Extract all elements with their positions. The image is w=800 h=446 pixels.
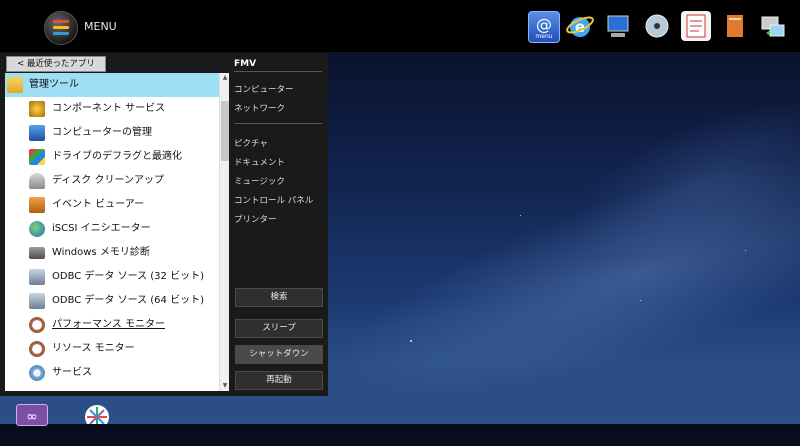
place-documents[interactable]: ドキュメント bbox=[234, 156, 285, 168]
list-item-label: ドライブのデフラグと最適化 bbox=[52, 151, 182, 162]
list-item-label: ディスク クリーンアップ bbox=[52, 175, 164, 186]
divider bbox=[234, 123, 322, 124]
scroll-thumb[interactable] bbox=[221, 101, 229, 161]
menu-stripe-icon bbox=[53, 32, 69, 35]
list-item-label: Windows メモリ診断 bbox=[52, 247, 150, 258]
resource-monitor-icon bbox=[29, 341, 45, 357]
list-item-label: イベント ビューアー bbox=[52, 199, 145, 210]
menu-label[interactable]: MENU bbox=[84, 20, 117, 33]
shutdown-button[interactable]: シャットダウン bbox=[235, 345, 323, 364]
list-item-label: iSCSI イニシエーター bbox=[52, 223, 151, 234]
places-column: FMV コンピューター ネットワーク ピクチャ ドキュメント ミュージック コン… bbox=[234, 53, 324, 393]
menu-at-icon[interactable]: @ menu bbox=[528, 11, 560, 43]
odbc-icon bbox=[29, 293, 45, 309]
search-button[interactable]: 検索 bbox=[235, 288, 323, 307]
place-network[interactable]: ネットワーク bbox=[234, 102, 285, 114]
star bbox=[640, 300, 641, 301]
star bbox=[745, 250, 746, 251]
list-item-label: サービス bbox=[52, 367, 92, 378]
disc-player-icon[interactable] bbox=[642, 11, 672, 41]
list-item[interactable]: ドライブのデフラグと最適化 bbox=[5, 145, 219, 169]
services-gear-icon bbox=[29, 365, 45, 381]
star bbox=[520, 215, 521, 216]
list-item[interactable]: ODBC データ ソース (64 ビット) bbox=[5, 289, 219, 313]
place-printers[interactable]: プリンター bbox=[234, 213, 277, 225]
pc-transfer-icon[interactable] bbox=[758, 11, 788, 41]
list-item[interactable]: サービス bbox=[5, 361, 219, 385]
list-item-label: コンピューターの管理 bbox=[52, 127, 152, 138]
notepad-icon[interactable] bbox=[681, 11, 711, 41]
recent-apps-button[interactable]: < 最近使ったアプリ bbox=[6, 56, 106, 72]
infinity-app-icon[interactable]: ∞ bbox=[16, 404, 48, 426]
divider bbox=[234, 71, 322, 72]
menu-stripe-icon bbox=[53, 26, 69, 29]
defrag-icon bbox=[29, 149, 45, 165]
svg-text:∞: ∞ bbox=[26, 409, 38, 425]
list-item-label: コンポーネント サービス bbox=[52, 103, 166, 114]
list-item-admin-tools[interactable]: 管理ツール bbox=[5, 73, 219, 97]
folder-icon bbox=[7, 77, 23, 93]
event-viewer-icon bbox=[29, 197, 45, 213]
list-item-label: ODBC データ ソース (32 ビット) bbox=[52, 271, 204, 282]
top-bar: MENU @ menu e bbox=[0, 0, 800, 52]
place-computer[interactable]: コンピューター bbox=[234, 83, 294, 95]
memory-diagnostic-icon bbox=[29, 247, 45, 259]
internet-explorer-icon[interactable]: e bbox=[565, 11, 595, 41]
list-item[interactable]: リソース モニター bbox=[5, 337, 219, 361]
monitor-icon[interactable] bbox=[603, 11, 633, 41]
list-item[interactable]: パフォーマンス モニター bbox=[5, 313, 219, 337]
scroll-down-icon[interactable]: ▼ bbox=[220, 381, 229, 391]
list-item[interactable]: イベント ビューアー bbox=[5, 193, 219, 217]
place-control-panel[interactable]: コントロール パネル bbox=[234, 194, 313, 206]
list-item-label: 管理ツール bbox=[29, 79, 79, 90]
restart-button[interactable]: 再起動 bbox=[235, 371, 323, 390]
list-item[interactable]: コンポーネント サービス bbox=[5, 97, 219, 121]
list-item-label: リソース モニター bbox=[52, 343, 135, 354]
place-pictures[interactable]: ピクチャ bbox=[234, 137, 268, 149]
star bbox=[410, 340, 412, 342]
odbc-icon bbox=[29, 269, 45, 285]
book-icon[interactable] bbox=[720, 11, 750, 41]
list-item-label[interactable]: パフォーマンス モニター bbox=[52, 313, 165, 337]
computer-management-icon bbox=[29, 125, 45, 141]
user-heading: FMV bbox=[234, 59, 257, 69]
menu-at-caption: menu bbox=[535, 33, 553, 40]
svg-text:@: @ bbox=[536, 15, 552, 34]
scroll-up-icon[interactable]: ▲ bbox=[220, 73, 229, 83]
list-item[interactable]: Windows メモリ診断 bbox=[5, 241, 219, 265]
apps-list: 管理ツール コンポーネント サービス コンピューターの管理 ドライブのデフラグと… bbox=[5, 73, 229, 391]
list-item[interactable]: ODBC データ ソース (32 ビット) bbox=[5, 265, 219, 289]
list-item[interactable]: ディスク クリーンアップ bbox=[5, 169, 219, 193]
start-menu-panel: < 最近使ったアプリ 管理ツール コンポーネント サービス コンピューターの管理… bbox=[0, 53, 328, 396]
list-item[interactable]: コンピューターの管理 bbox=[5, 121, 219, 145]
menu-stripe-icon bbox=[53, 20, 69, 23]
pinwheel-app-icon[interactable] bbox=[82, 402, 112, 429]
iscsi-icon bbox=[29, 221, 45, 237]
list-item[interactable]: iSCSI イニシエーター bbox=[5, 217, 219, 241]
component-services-icon bbox=[29, 101, 45, 117]
performance-monitor-icon bbox=[29, 317, 45, 333]
disk-cleanup-icon bbox=[29, 173, 45, 189]
list-scrollbar[interactable]: ▲ ▼ bbox=[219, 73, 229, 391]
sleep-button[interactable]: スリープ bbox=[235, 319, 323, 338]
menu-button[interactable] bbox=[44, 11, 78, 45]
list-item-label: ODBC データ ソース (64 ビット) bbox=[52, 295, 204, 306]
place-music[interactable]: ミュージック bbox=[234, 175, 285, 187]
